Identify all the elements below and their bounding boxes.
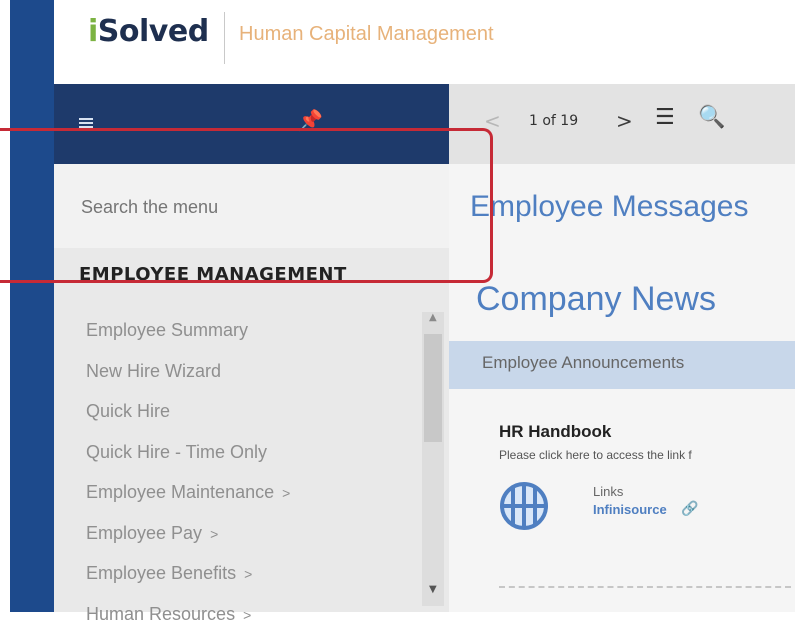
menu-item[interactable]: Employee Pay > — [86, 513, 406, 554]
chevron-right-icon: > — [282, 485, 291, 501]
menu-scroll-thumb[interactable] — [424, 334, 442, 442]
logo-solved: Solved — [97, 14, 209, 49]
section-divider — [499, 586, 791, 588]
logo-divider — [224, 12, 225, 64]
prev-icon[interactable]: < — [484, 109, 501, 133]
hamburger-icon[interactable] — [79, 118, 93, 120]
menu-item[interactable]: Human Resources > — [86, 594, 406, 635]
list-icon[interactable]: ☰ — [655, 105, 675, 130]
page-title: Employee Messages — [470, 190, 749, 223]
page-indicator: 1 of 19 — [529, 113, 579, 129]
menu-item-label: New Hire Wizard — [86, 360, 222, 381]
chevron-right-icon: > — [210, 525, 219, 542]
infinisource-link[interactable]: Infinisource — [593, 502, 667, 517]
menu-item-label: Employee Pay — [86, 522, 203, 543]
menu-item-label: Quick Hire — [86, 401, 171, 421]
menu-item[interactable]: Quick Hire — [86, 391, 406, 432]
menu-item[interactable]: Employee Maintenance > — [86, 472, 406, 513]
next-icon[interactable]: > — [616, 109, 633, 133]
hr-handbook-title: HR Handbook — [499, 422, 612, 441]
company-news-heading: Company News — [476, 280, 716, 318]
pin-icon[interactable]: 📌 — [298, 108, 323, 132]
scroll-up-icon[interactable]: ▲ — [429, 312, 437, 323]
app-header: iSolved Human Capital Management — [54, 0, 795, 85]
menu-item-label: Human Resources — [86, 603, 236, 624]
search-icon[interactable]: 🔍 — [698, 105, 725, 130]
logo-i: i — [88, 14, 98, 49]
menu-search-box — [54, 164, 449, 249]
isolved-logo[interactable]: iSolved — [88, 14, 209, 49]
menu-item[interactable]: New Hire Wizard — [86, 351, 406, 392]
announcements-label: Employee Announcements — [482, 353, 685, 372]
left-margin — [0, 0, 10, 612]
chevron-right-icon: > — [244, 566, 253, 582]
menu-item-label: Employee Benefits — [86, 563, 237, 583]
chevron-right-icon: > — [243, 606, 252, 623]
app-name: Human Capital Management — [239, 23, 494, 45]
announcements-bar[interactable]: Employee Announcements — [449, 341, 795, 389]
menu-section: EMPLOYEE MANAGEMENT Employee Summary New … — [54, 248, 449, 624]
menu-list: Employee Summary New Hire Wizard Quick Hir… — [86, 310, 406, 634]
menu-item[interactable]: Employee Benefits > — [86, 553, 406, 594]
content-toolbar: < 1 of 19 > ☰ 🔍 — [449, 84, 795, 164]
content-pane: < 1 of 19 > ☰ 🔍 Employee Messages Compan… — [449, 84, 795, 612]
globe-icon — [498, 480, 550, 532]
section-title: EMPLOYEE MANAGEMENT — [79, 264, 347, 285]
left-nav-rail — [10, 0, 54, 612]
link-icon[interactable]: 🔗 — [681, 501, 698, 517]
menu-search-input[interactable] — [79, 194, 403, 220]
menu-item[interactable]: Quick Hire - Time Only — [86, 432, 406, 473]
links-label: Links — [593, 484, 624, 499]
scroll-down-icon[interactable]: ▼ — [429, 584, 437, 595]
menu-item-label: Employee Summary — [86, 320, 249, 340]
hr-handbook-description: Please click here to access the link f — [499, 448, 692, 462]
menu-item-label: Quick Hire - Time Only — [86, 441, 268, 462]
menu-item-label: Employee Maintenance — [86, 482, 275, 502]
globe-icon-svg — [500, 482, 548, 530]
menu-item[interactable]: Employee Summary — [86, 310, 406, 351]
menu-header[interactable]: 📌 — [54, 84, 449, 164]
